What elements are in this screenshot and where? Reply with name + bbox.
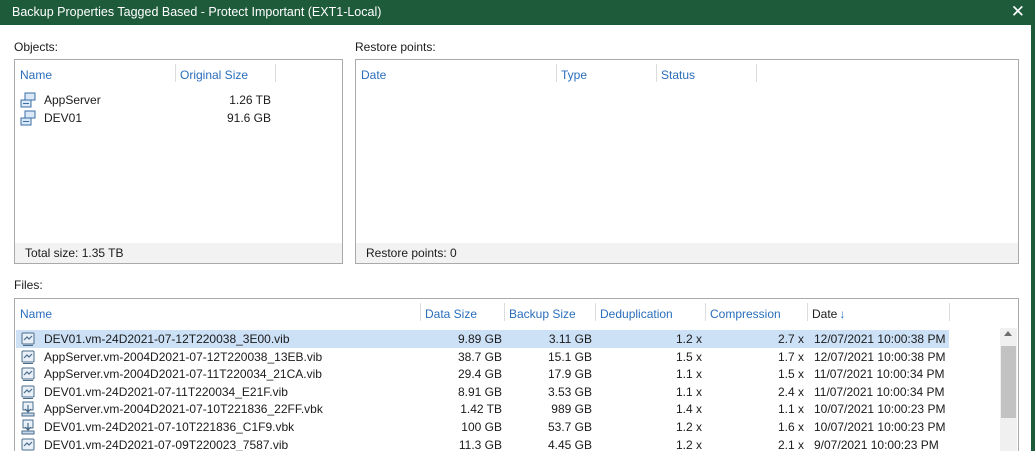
column-divider[interactable] <box>756 64 757 82</box>
column-header-backup-size[interactable]: Backup Size <box>505 299 595 325</box>
incremental-file-icon <box>21 332 35 346</box>
file-date: 9/07/2021 10:00:23 PM <box>814 437 939 451</box>
object-size: 91.6 GB <box>226 111 271 125</box>
files-list[interactable]: Name Data Size Backup Size Deduplication… <box>14 298 1019 451</box>
column-header-date[interactable]: Date ↓ <box>808 299 948 325</box>
full-file-icon <box>21 419 35 435</box>
objects-label: Objects: <box>14 40 59 54</box>
title-bar: Backup Properties Tagged Based - Protect… <box>0 0 1035 25</box>
file-data-size: 100 GB <box>461 420 502 434</box>
file-backup-size: 15.1 GB <box>547 349 592 364</box>
column-header-deduplication[interactable]: Deduplication <box>596 299 704 325</box>
file-deduplication: 1.1 x <box>675 367 702 382</box>
table-row[interactable]: DEV01.vm-24D2021-07-10T221836_C1F9.vbk 10… <box>16 418 949 436</box>
file-data-size: 9.89 GB <box>457 332 502 346</box>
file-deduplication: 1.2 x <box>675 437 702 451</box>
incremental-file-icon <box>21 438 35 451</box>
window-title: Backup Properties Tagged Based - Protect… <box>12 5 382 19</box>
file-data-size: 8.91 GB <box>457 384 502 399</box>
file-name: AppServer.vm-2004D2021-07-12T220038_13EB… <box>44 349 323 364</box>
file-name: AppServer.vm-2004D2021-07-10T221836_22FF… <box>44 402 323 417</box>
file-backup-size: 3.53 GB <box>547 384 592 399</box>
column-divider[interactable] <box>275 64 276 82</box>
table-row[interactable]: AppServer.vm-2004D2021-07-11T220034_21CA… <box>16 365 949 383</box>
file-name: AppServer.vm-2004D2021-07-11T220034_21CA… <box>44 367 322 382</box>
file-date: 10/07/2021 10:00:23 PM <box>814 420 946 434</box>
file-compression: 2.4 x <box>777 384 804 399</box>
object-name: DEV01 <box>44 111 83 125</box>
column-header-name[interactable]: Name <box>16 299 419 325</box>
file-data-size: 38.7 GB <box>457 349 502 364</box>
file-compression: 1.6 x <box>777 420 804 434</box>
window-border <box>1031 25 1035 451</box>
vm-icon <box>20 92 36 108</box>
table-row[interactable]: DEV01.vm-24D2021-07-09T220023_7587.vib 11… <box>16 436 949 451</box>
column-header-original-size[interactable]: Original Size <box>176 60 274 86</box>
file-date: 12/07/2021 10:00:38 PM <box>814 349 946 364</box>
file-compression: 1.1 x <box>777 402 804 417</box>
column-header-name[interactable]: Name <box>16 60 174 86</box>
file-backup-size: 3.11 GB <box>548 332 592 346</box>
column-header-compression[interactable]: Compression <box>706 299 806 325</box>
column-header-date[interactable]: Date <box>357 60 555 86</box>
list-item[interactable]: AppServer 1.26 TB <box>16 91 343 109</box>
objects-list[interactable]: Name Original Size AppServer 1.26 TB DEV… <box>14 59 343 264</box>
restore-points-footer: Restore points: 0 <box>356 243 1018 263</box>
scrollbar-thumb[interactable] <box>1001 346 1016 418</box>
file-backup-size: 17.9 GB <box>547 367 592 382</box>
file-data-size: 11.3 GB <box>458 437 502 451</box>
table-row[interactable]: AppServer.vm-2004D2021-07-12T220038_13EB… <box>16 348 949 366</box>
file-name: DEV01.vm-24D2021-07-10T221836_C1F9.vbk <box>44 420 295 434</box>
file-name: DEV01.vm-24D2021-07-11T220034_E21F.vib <box>44 384 288 399</box>
file-name: DEV01.vm-24D2021-07-12T220038_3E00.vib <box>44 332 290 346</box>
column-header-date-label: Date <box>812 307 838 321</box>
file-deduplication: 1.1 x <box>675 384 702 399</box>
file-compression: 1.7 x <box>777 349 804 364</box>
table-row[interactable]: AppServer.vm-2004D2021-07-10T221836_22FF… <box>16 400 949 418</box>
full-file-icon <box>21 401 35 417</box>
object-name: AppServer <box>44 93 101 107</box>
file-backup-size: 53.7 GB <box>547 420 592 434</box>
sort-descending-icon: ↓ <box>839 307 846 321</box>
object-size: 1.26 TB <box>229 93 271 107</box>
column-divider[interactable] <box>949 303 950 321</box>
file-data-size: 29.4 GB <box>457 367 502 382</box>
file-deduplication: 1.5 x <box>675 349 702 364</box>
vm-icon <box>20 110 36 126</box>
file-compression: 2.1 x <box>777 437 804 451</box>
restore-points-list[interactable]: Date Type Status Restore points: 0 <box>355 59 1019 264</box>
incremental-file-icon <box>21 350 35 364</box>
file-date: 11/07/2021 10:00:34 PM <box>814 367 945 382</box>
file-date: 10/07/2021 10:00:23 PM <box>814 402 946 417</box>
close-icon[interactable]: ✕ <box>1011 2 1025 22</box>
scroll-up-icon[interactable] <box>1004 331 1012 336</box>
file-date: 11/07/2021 10:00:34 PM <box>814 384 945 399</box>
incremental-file-icon <box>21 385 35 399</box>
file-deduplication: 1.4 x <box>675 402 702 417</box>
file-backup-size: 4.45 GB <box>547 437 592 451</box>
restore-points-label: Restore points: <box>355 40 436 54</box>
file-compression: 2.7 x <box>777 332 804 346</box>
column-header-status[interactable]: Status <box>657 60 755 86</box>
file-deduplication: 1.2 x <box>675 420 702 434</box>
list-item[interactable]: DEV01 91.6 GB <box>16 109 343 127</box>
file-data-size: 1.42 TB <box>460 402 502 417</box>
vertical-scrollbar[interactable] <box>1000 328 1017 451</box>
file-backup-size: 989 GB <box>551 402 592 417</box>
file-compression: 1.5 x <box>777 367 804 382</box>
table-row[interactable]: DEV01.vm-24D2021-07-11T220034_E21F.vib 8.… <box>16 383 949 401</box>
table-row[interactable]: DEV01.vm-24D2021-07-12T220038_3E00.vib 9.… <box>16 330 949 348</box>
incremental-file-icon <box>21 367 35 382</box>
file-name: DEV01.vm-24D2021-07-09T220023_7587.vib <box>44 437 289 451</box>
file-date: 12/07/2021 10:00:38 PM <box>814 332 946 346</box>
file-deduplication: 1.2 x <box>675 332 702 346</box>
column-header-data-size[interactable]: Data Size <box>421 299 503 325</box>
files-label: Files: <box>14 278 43 292</box>
column-header-type[interactable]: Type <box>557 60 655 86</box>
objects-footer: Total size: 1.35 TB <box>15 243 342 263</box>
